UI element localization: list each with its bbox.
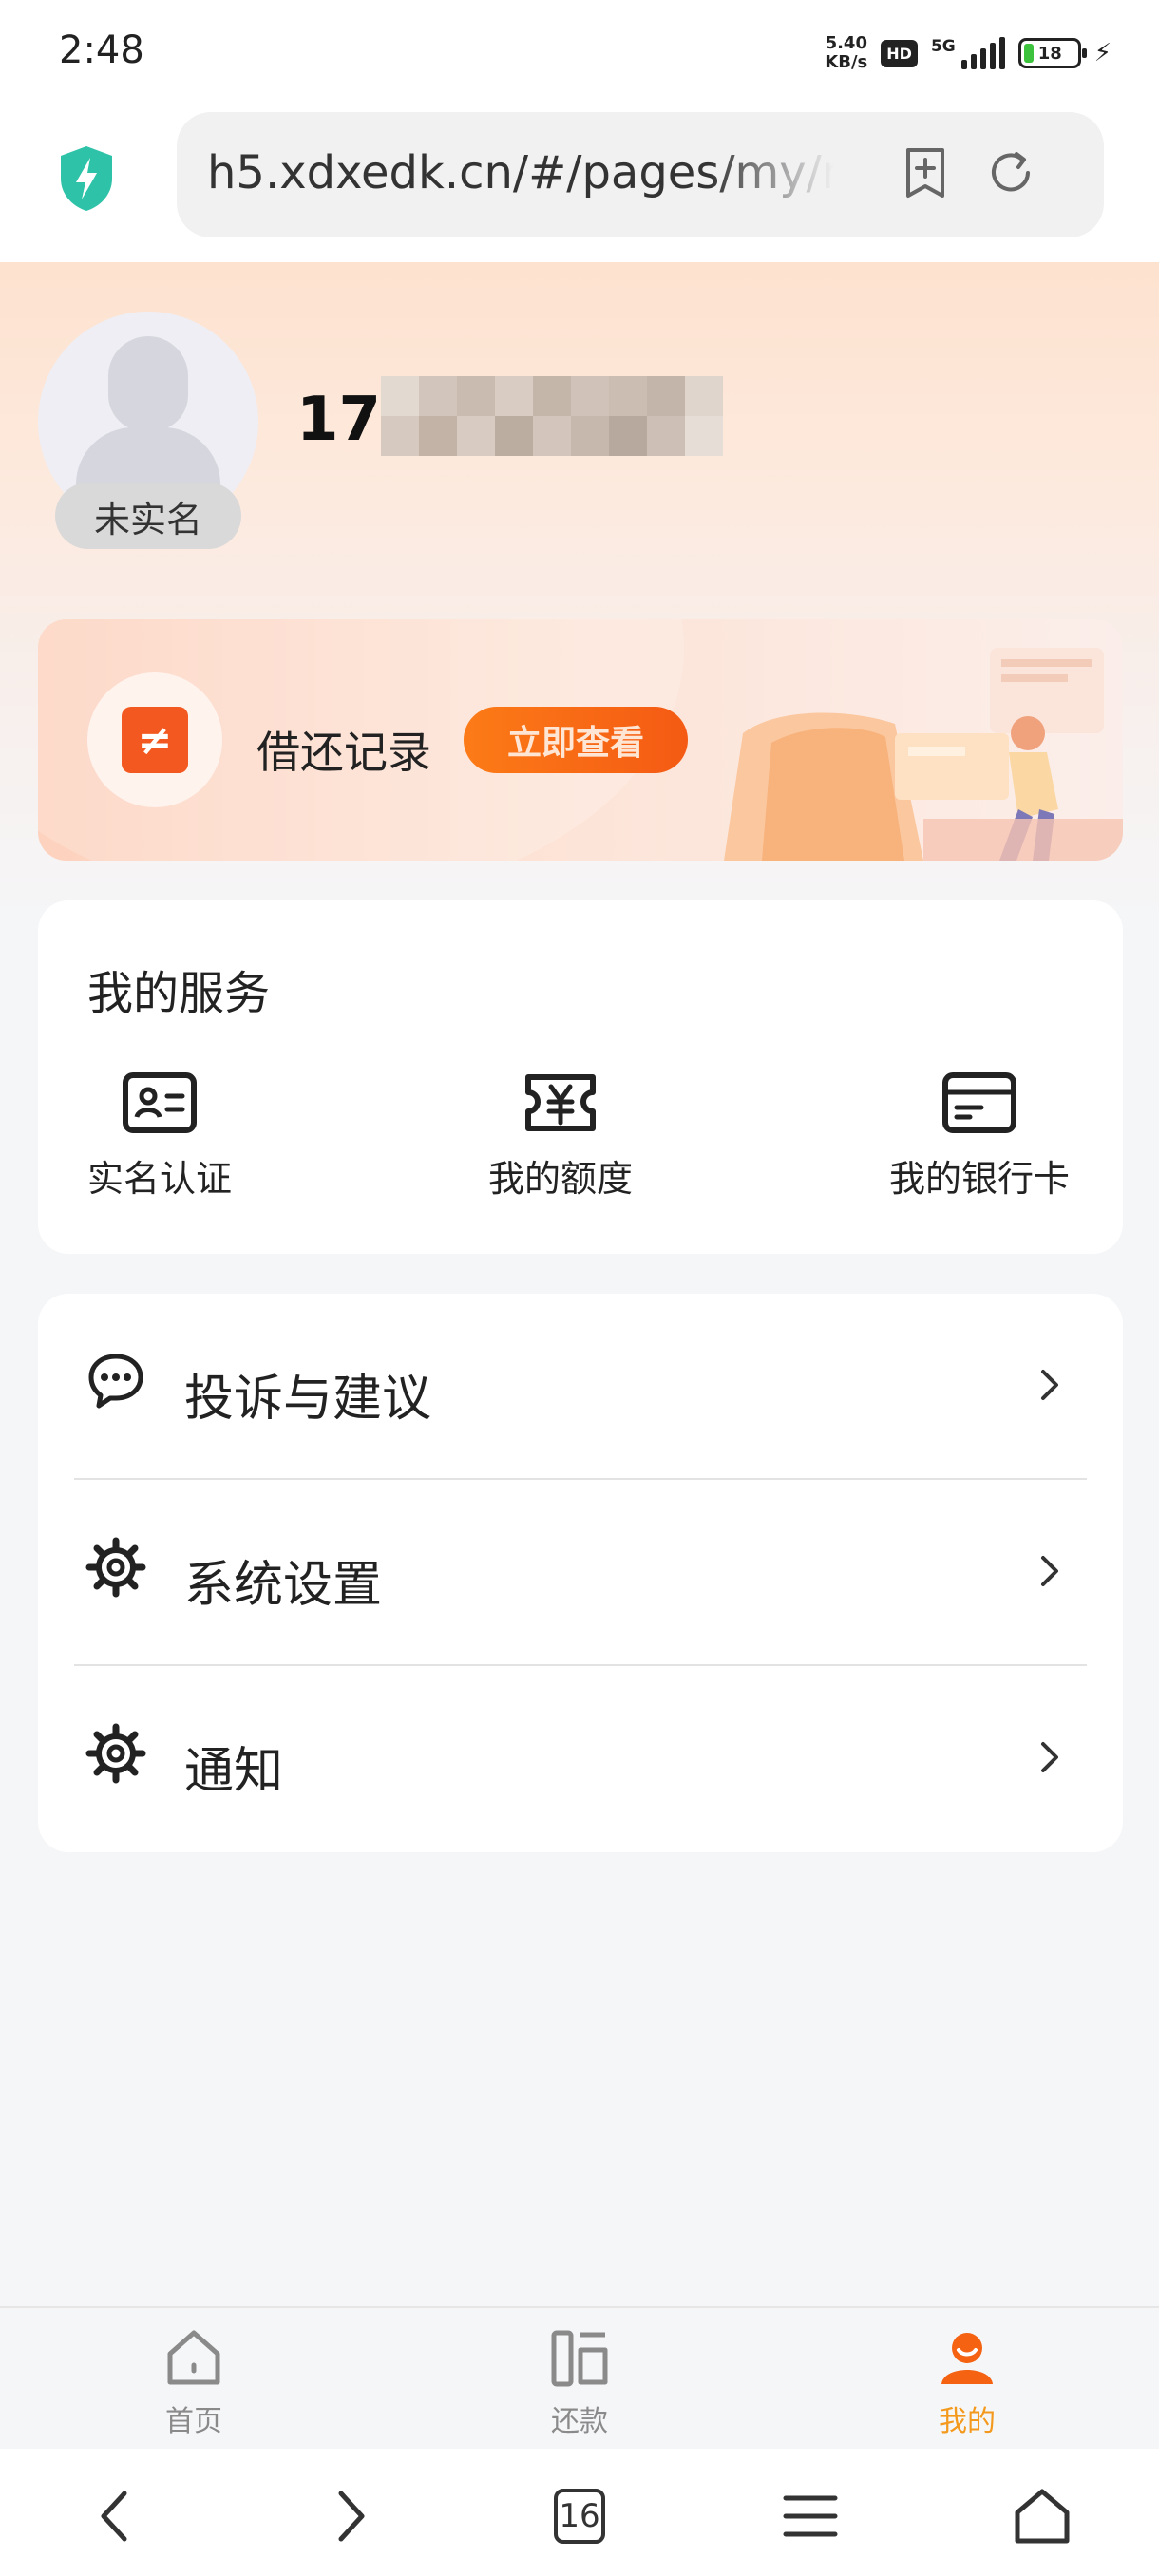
- verification-status-badge[interactable]: 未实名: [55, 483, 241, 549]
- menu-item-label: 系统设置: [184, 1557, 383, 1614]
- my-services-card: 我的服务 实名认证 我的额度 我的银行卡: [38, 900, 1123, 1254]
- service-my-credit-limit[interactable]: 我的额度: [488, 1070, 633, 1202]
- status-bar: 2:48 5.40 KB/s HD 5G 18 ⚡: [0, 0, 1159, 106]
- tab-mine[interactable]: 我的: [891, 2327, 1043, 2439]
- chevron-left-icon: [101, 2491, 127, 2542]
- forward-button[interactable]: [317, 2483, 384, 2549]
- signal-icon: 5G: [931, 37, 1005, 69]
- chat-bubble-icon: [88, 1354, 143, 1409]
- repay-icon: [551, 2330, 608, 2387]
- menu-item-system-settings[interactable]: 系统设置: [38, 1480, 1123, 1666]
- person-icon: [941, 2333, 993, 2384]
- chevron-right-icon: [1041, 1370, 1058, 1400]
- battery-level: 18: [1037, 43, 1062, 64]
- id-card-icon: [123, 1072, 197, 1133]
- calendar-yuan-icon: ≠: [122, 707, 188, 773]
- tab-label: 我的: [939, 2405, 996, 2438]
- address-bar[interactable]: h5.xdxedk.cn/#/pages/my/my: [177, 112, 1104, 237]
- home-outline-icon: [1015, 2489, 1070, 2544]
- battery-icon: 18: [1017, 38, 1087, 68]
- menu-item-label: 通知: [184, 1743, 284, 1800]
- yuan-ticket-icon: [525, 1074, 596, 1131]
- banner-title: 借还记录: [256, 727, 431, 778]
- chevron-right-icon: [338, 2491, 365, 2542]
- bank-card-icon: [942, 1072, 1016, 1133]
- gear-icon: [86, 1537, 146, 1598]
- tab-count: 16: [554, 2489, 605, 2544]
- menu-button[interactable]: [777, 2483, 844, 2549]
- record-icon-wrap: ≠: [87, 672, 222, 807]
- hd-badge: HD: [881, 39, 918, 67]
- borrow-repay-record-banner[interactable]: ≠ 借还记录 立即查看: [38, 619, 1123, 861]
- status-time: 2:48: [59, 28, 144, 72]
- chevron-right-icon: [1041, 1556, 1058, 1586]
- shield-icon[interactable]: [57, 144, 116, 213]
- menu-item-complaints-suggestions[interactable]: 投诉与建议: [38, 1294, 1123, 1480]
- tab-label: 还款: [551, 2405, 608, 2438]
- chevron-right-icon: [1041, 1742, 1058, 1772]
- phone-number: 17: [296, 376, 724, 456]
- service-label: 我的额度: [488, 1158, 634, 1200]
- service-real-name-verification[interactable]: 实名认证: [87, 1070, 232, 1202]
- phone-number-visible: 17: [296, 385, 382, 455]
- home-icon: [167, 2330, 220, 2385]
- phone-number-mosaic: [381, 376, 724, 456]
- back-button[interactable]: [82, 2483, 148, 2549]
- tab-repayment[interactable]: 还款: [504, 2327, 656, 2439]
- service-label: 实名认证: [87, 1158, 233, 1200]
- bookmark-add-icon[interactable]: [899, 146, 952, 199]
- menu-item-notifications[interactable]: 通知: [38, 1666, 1123, 1852]
- service-label: 我的银行卡: [889, 1158, 1071, 1200]
- browser-navigation-bar: 16: [0, 2449, 1159, 2576]
- service-my-bank-card[interactable]: 我的银行卡: [889, 1070, 1070, 1202]
- bottom-tab-bar: 首页 还款 我的: [0, 2306, 1159, 2449]
- gear-icon: [86, 1723, 146, 1784]
- browser-toolbar: h5.xdxedk.cn/#/pages/my/my: [0, 106, 1159, 262]
- tab-home[interactable]: 首页: [118, 2327, 270, 2439]
- refresh-icon[interactable]: [984, 146, 1037, 199]
- settings-menu-card: 投诉与建议 系统设置 通知: [38, 1294, 1123, 1852]
- network-speed: 5.40 KB/s: [825, 33, 868, 72]
- banner-illustration: [724, 648, 1123, 861]
- view-now-button[interactable]: 立即查看: [464, 707, 688, 773]
- charging-icon: ⚡: [1093, 39, 1112, 67]
- status-icons: 5.40 KB/s HD 5G 18 ⚡: [825, 34, 1112, 72]
- services-title: 我的服务: [87, 967, 271, 1020]
- tab-label: 首页: [165, 2405, 222, 2438]
- menu-item-label: 投诉与建议: [184, 1371, 432, 1428]
- network-type: 5G: [930, 37, 956, 56]
- url-text[interactable]: h5.xdxedk.cn/#/pages/my/my: [207, 146, 834, 199]
- hamburger-menu-icon: [783, 2495, 838, 2537]
- home-button[interactable]: [1009, 2483, 1075, 2549]
- tabs-button[interactable]: 16: [546, 2483, 613, 2549]
